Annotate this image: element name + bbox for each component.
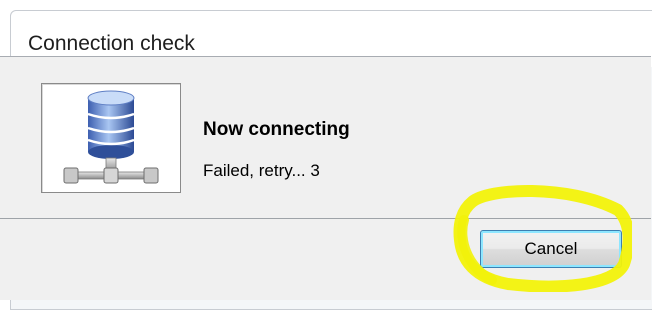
dialog-title: Connection check <box>28 32 195 55</box>
retry-status-text: Failed, retry... 3 <box>203 161 320 180</box>
connecting-heading: Now connecting <box>203 119 350 140</box>
cancel-button[interactable]: Cancel <box>480 230 622 268</box>
database-server-icon <box>41 83 181 193</box>
